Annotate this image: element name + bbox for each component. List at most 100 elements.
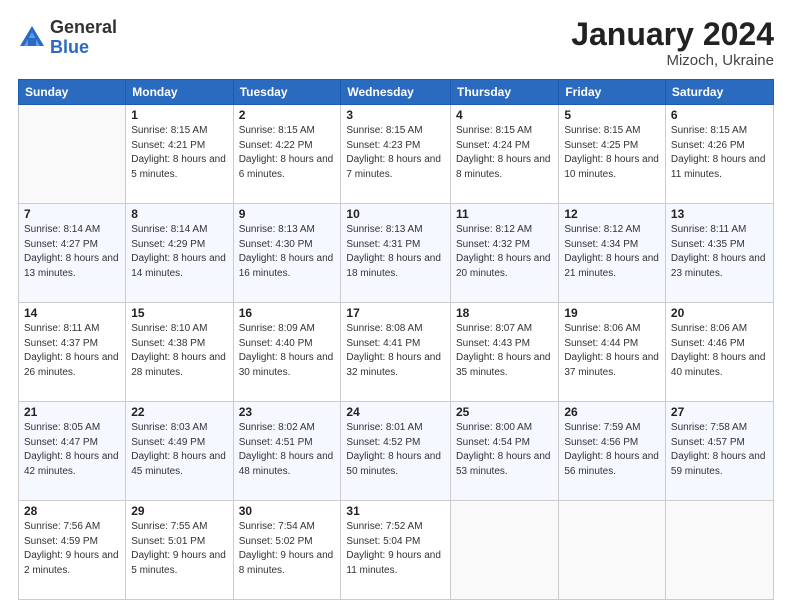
title-area: January 2024 Mizoch, Ukraine: [571, 18, 774, 69]
sunrise-text: Sunrise: 8:03 AM: [131, 422, 207, 433]
header-tuesday: Tuesday: [233, 80, 341, 105]
calendar-cell: 18Sunrise: 8:07 AMSunset: 4:43 PMDayligh…: [450, 303, 558, 402]
daylight-text: Daylight: 9 hours and 5 minutes.: [131, 550, 226, 576]
sunset-text: Sunset: 4:27 PM: [24, 239, 98, 250]
sunrise-text: Sunrise: 8:09 AM: [239, 323, 315, 334]
sunset-text: Sunset: 4:21 PM: [131, 140, 205, 151]
day-info: Sunrise: 8:12 AMSunset: 4:32 PMDaylight:…: [456, 223, 553, 281]
daylight-text: Daylight: 8 hours and 40 minutes.: [671, 352, 766, 378]
sunset-text: Sunset: 4:24 PM: [456, 140, 530, 151]
daylight-text: Daylight: 8 hours and 26 minutes.: [24, 352, 119, 378]
daylight-text: Daylight: 8 hours and 28 minutes.: [131, 352, 226, 378]
daylight-text: Daylight: 8 hours and 8 minutes.: [456, 154, 551, 180]
day-number: 14: [24, 306, 120, 320]
sunrise-text: Sunrise: 8:00 AM: [456, 422, 532, 433]
month-title: January 2024: [571, 18, 774, 50]
calendar-cell: 22Sunrise: 8:03 AMSunset: 4:49 PMDayligh…: [126, 402, 233, 501]
day-info: Sunrise: 8:15 AM Sunset: 4:21 PM Daylight:…: [131, 124, 227, 182]
daylight-text: Daylight: 8 hours and 11 minutes.: [671, 154, 766, 180]
sunset-text: Sunset: 4:51 PM: [239, 437, 313, 448]
calendar-cell: 13Sunrise: 8:11 AMSunset: 4:35 PMDayligh…: [665, 204, 773, 303]
calendar-cell: 24 Sunrise: 8:01 AMSunset: 4:52 PMDayligh…: [341, 402, 451, 501]
logo-general-text: General: [50, 17, 117, 37]
calendar-cell: 20Sunrise: 8:06 AMSunset: 4:46 PMDayligh…: [665, 303, 773, 402]
sunset-text: Sunset: 4:46 PM: [671, 338, 745, 349]
day-number: 29: [131, 504, 227, 518]
sunset-text: Sunset: 4:35 PM: [671, 239, 745, 250]
week-row-4: 28Sunrise: 7:56 AMSunset: 4:59 PMDayligh…: [19, 501, 774, 600]
header-saturday: Saturday: [665, 80, 773, 105]
daylight-text: Daylight: 8 hours and 20 minutes.: [456, 253, 551, 279]
sunset-text: Sunset: 4:38 PM: [131, 338, 205, 349]
sunset-text: Sunset: 4:40 PM: [239, 338, 313, 349]
daylight-text: Daylight: 8 hours and 45 minutes.: [131, 451, 226, 477]
daylight-text: Daylight: 8 hours and 30 minutes.: [239, 352, 334, 378]
sunrise-text: Sunrise: 8:07 AM: [456, 323, 532, 334]
sunrise-text: Sunrise: 8:02 AM: [239, 422, 315, 433]
calendar-cell: 25Sunrise: 8:00 AMSunset: 4:54 PMDayligh…: [450, 402, 558, 501]
day-number: 26: [564, 405, 660, 419]
sunset-text: Sunset: 4:57 PM: [671, 437, 745, 448]
calendar-cell: 9 Sunrise: 8:13 AMSunset: 4:30 PMDaylight…: [233, 204, 341, 303]
week-row-2: 14 Sunrise: 8:11 AMSunset: 4:37 PMDayligh…: [19, 303, 774, 402]
day-info: Sunrise: 8:15 AM Sunset: 4:24 PM Daylight:…: [456, 124, 553, 182]
daylight-text: Daylight: 8 hours and 10 minutes.: [564, 154, 659, 180]
calendar-cell: 30Sunrise: 7:54 AMSunset: 5:02 PMDayligh…: [233, 501, 341, 600]
daylight-text: Daylight: 8 hours and 21 minutes.: [564, 253, 659, 279]
calendar-cell: 21Sunrise: 8:05 AMSunset: 4:47 PMDayligh…: [19, 402, 126, 501]
day-number: 19: [564, 306, 660, 320]
day-number: 30: [239, 504, 336, 518]
sunrise-text: Sunrise: 8:15 AM: [564, 125, 640, 136]
day-info: Sunrise: 8:13 AMSunset: 4:30 PMDaylight:…: [239, 223, 336, 281]
calendar-cell: [19, 105, 126, 204]
header-sunday: Sunday: [19, 80, 126, 105]
calendar-cell: 14 Sunrise: 8:11 AMSunset: 4:37 PMDayligh…: [19, 303, 126, 402]
day-info: Sunrise: 8:14 AMSunset: 4:29 PMDaylight:…: [131, 223, 227, 281]
sunrise-text: Sunrise: 8:15 AM: [131, 125, 207, 136]
day-info: Sunrise: 8:15 AMSunset: 4:22 PMDaylight:…: [239, 124, 336, 182]
sunrise-text: Sunrise: 8:15 AM: [346, 125, 422, 136]
day-number: 1: [131, 108, 227, 122]
daylight-text: Daylight: 8 hours and 5 minutes.: [131, 154, 226, 180]
sunset-text: Sunset: 4:37 PM: [24, 338, 98, 349]
day-info: Sunrise: 8:12 AMSunset: 4:34 PMDaylight:…: [564, 223, 660, 281]
day-info: Sunrise: 8:01 AMSunset: 4:52 PMDaylight:…: [346, 421, 445, 479]
sunrise-text: Sunrise: 8:13 AM: [239, 224, 315, 235]
daylight-text: Daylight: 8 hours and 50 minutes.: [346, 451, 441, 477]
sunset-text: Sunset: 4:52 PM: [346, 437, 420, 448]
day-info: Sunrise: 7:58 AMSunset: 4:57 PMDaylight:…: [671, 421, 768, 479]
calendar-cell: 28Sunrise: 7:56 AMSunset: 4:59 PMDayligh…: [19, 501, 126, 600]
sunrise-text: Sunrise: 8:12 AM: [456, 224, 532, 235]
daylight-text: Daylight: 8 hours and 16 minutes.: [239, 253, 334, 279]
day-info: Sunrise: 7:55 AMSunset: 5:01 PMDaylight:…: [131, 520, 227, 578]
calendar-cell: 5Sunrise: 8:15 AMSunset: 4:25 PMDaylight…: [559, 105, 666, 204]
calendar-cell: 12Sunrise: 8:12 AMSunset: 4:34 PMDayligh…: [559, 204, 666, 303]
daylight-text: Daylight: 8 hours and 53 minutes.: [456, 451, 551, 477]
calendar-cell: 4Sunrise: 8:15 AMSunset: 4:24 PMDaylight…: [450, 105, 558, 204]
calendar-cell: 10Sunrise: 8:13 AMSunset: 4:31 PMDayligh…: [341, 204, 451, 303]
daylight-text: Daylight: 9 hours and 11 minutes.: [346, 550, 441, 576]
header-thursday: Thursday: [450, 80, 558, 105]
sunset-text: Sunset: 5:02 PM: [239, 536, 313, 547]
day-info: Sunrise: 8:05 AMSunset: 4:47 PMDaylight:…: [24, 421, 120, 479]
calendar-cell: 27Sunrise: 7:58 AMSunset: 4:57 PMDayligh…: [665, 402, 773, 501]
day-number: 22: [131, 405, 227, 419]
sunrise-text: Sunrise: 8:06 AM: [564, 323, 640, 334]
day-number: 9: [239, 207, 336, 221]
week-row-1: 7Sunrise: 8:14 AMSunset: 4:27 PMDaylight…: [19, 204, 774, 303]
sunrise-text: Sunrise: 7:58 AM: [671, 422, 747, 433]
calendar-cell: 6Sunrise: 8:15 AMSunset: 4:26 PMDaylight…: [665, 105, 773, 204]
day-number: 24: [346, 405, 445, 419]
sunset-text: Sunset: 4:31 PM: [346, 239, 420, 250]
weekday-header-row: Sunday Monday Tuesday Wednesday Thursday…: [19, 80, 774, 105]
sunset-text: Sunset: 4:59 PM: [24, 536, 98, 547]
day-info: Sunrise: 8:11 AMSunset: 4:37 PMDaylight:…: [24, 322, 120, 380]
header: General Blue January 2024 Mizoch, Ukrain…: [18, 18, 774, 69]
day-info: Sunrise: 8:13 AMSunset: 4:31 PMDaylight:…: [346, 223, 445, 281]
calendar-cell: [665, 501, 773, 600]
day-number: 18: [456, 306, 553, 320]
sunrise-text: Sunrise: 8:15 AM: [456, 125, 532, 136]
daylight-text: Daylight: 8 hours and 48 minutes.: [239, 451, 334, 477]
daylight-text: Daylight: 8 hours and 37 minutes.: [564, 352, 659, 378]
day-info: Sunrise: 8:15 AMSunset: 4:25 PMDaylight:…: [564, 124, 660, 182]
